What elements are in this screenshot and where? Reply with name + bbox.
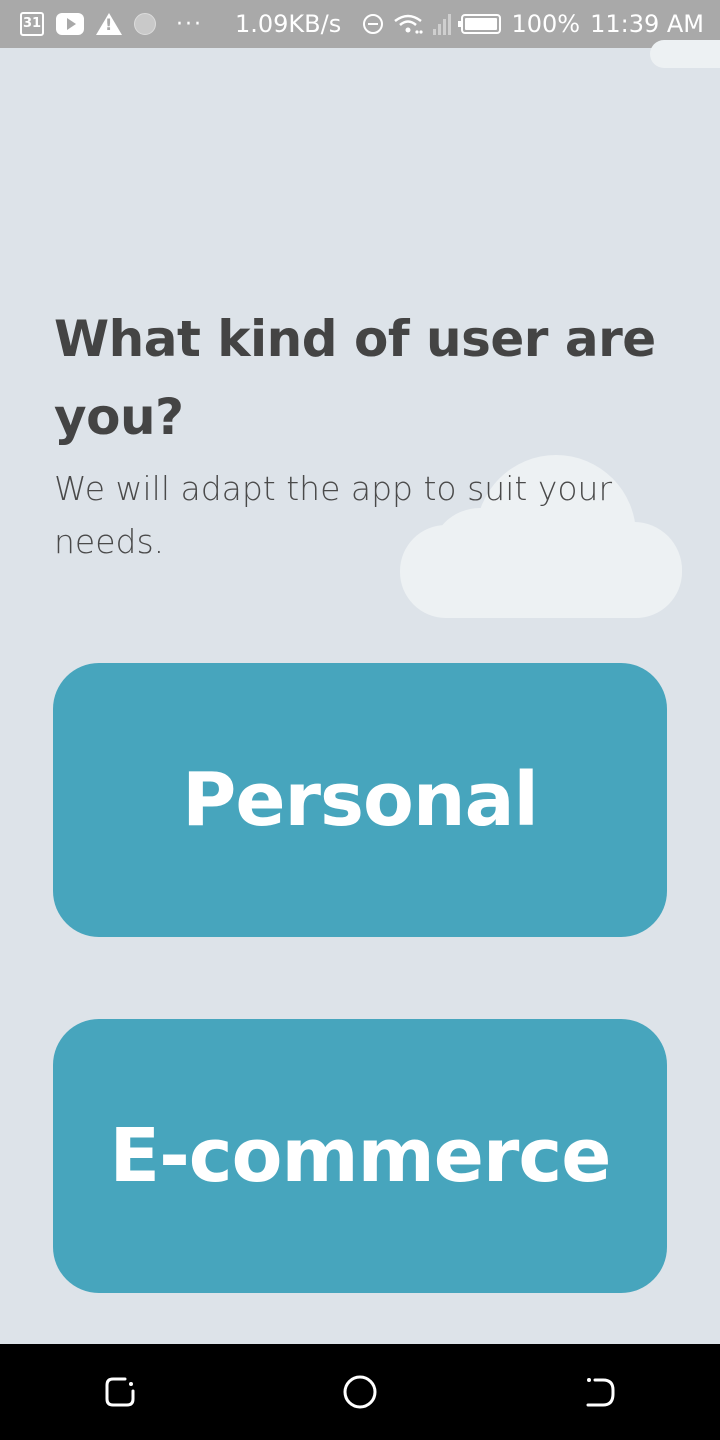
ecommerce-button[interactable]: E-commerce <box>53 1019 667 1293</box>
calendar-icon: 31 <box>20 12 44 36</box>
warning-icon <box>96 13 122 35</box>
cloud-top-decoration <box>650 40 720 68</box>
home-icon[interactable] <box>320 1352 400 1432</box>
battery-percent: 100% <box>511 10 581 38</box>
page-subtitle: We will adapt the app to suit your needs… <box>54 469 613 561</box>
do-not-disturb-icon <box>363 14 384 34</box>
status-bar: 31 ··· 1.09KB/s 100% <box>0 0 720 48</box>
more-icon: ··· <box>176 11 203 37</box>
wifi-icon <box>393 13 424 35</box>
screen: 31 ··· 1.09KB/s 100% <box>0 0 720 1440</box>
navigation-bar <box>0 1344 720 1440</box>
personal-button[interactable]: Personal <box>53 663 667 937</box>
signal-icon <box>433 13 452 35</box>
status-bar-left: 31 ··· 1.09KB/s <box>0 10 341 38</box>
recents-icon[interactable] <box>80 1352 160 1432</box>
battery-icon <box>458 14 502 34</box>
network-speed: 1.09KB/s <box>234 10 342 38</box>
youtube-icon <box>56 13 84 35</box>
clock: 11:39 AM <box>590 10 704 38</box>
page-title: What kind of user are you? <box>54 310 656 446</box>
notification-dot-icon <box>134 13 156 35</box>
status-bar-right: 100% 11:39 AM <box>363 10 720 38</box>
back-icon[interactable] <box>560 1352 640 1432</box>
